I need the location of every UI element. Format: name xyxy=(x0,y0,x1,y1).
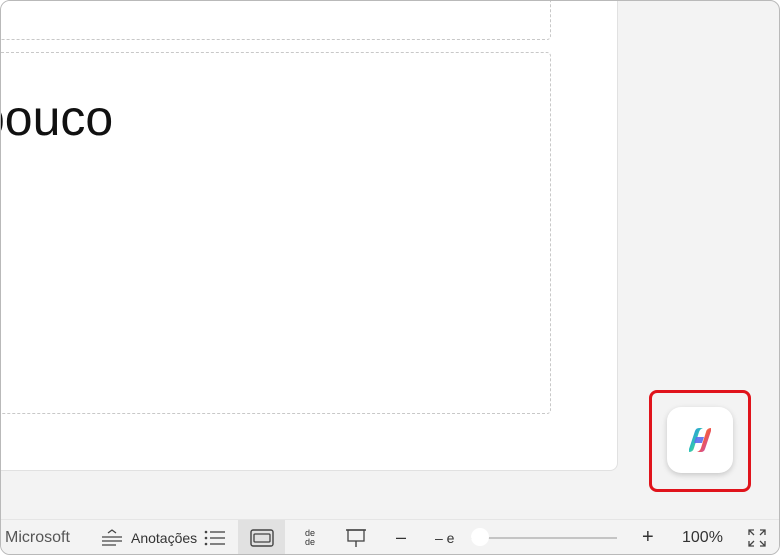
zoom-out-icon: – xyxy=(396,527,407,547)
zoom-label: – e xyxy=(435,529,455,546)
notes-label: Anotações xyxy=(131,529,198,546)
normal-view-button[interactable] xyxy=(238,520,285,554)
zoom-percent: 100% xyxy=(682,528,723,546)
outline-view-button[interactable] xyxy=(204,520,226,554)
notes-icon xyxy=(102,528,122,546)
status-bar: Microsoft Anotações de de – – e + 100% xyxy=(1,519,779,554)
slideshow-button[interactable] xyxy=(345,520,367,554)
slide-title: a título xyxy=(1,1,263,11)
copilot-button[interactable] xyxy=(667,407,733,473)
zoom-slider-thumb[interactable] xyxy=(471,528,489,546)
slide-canvas[interactable]: a título pouco xyxy=(1,1,618,471)
zoom-in-button[interactable]: + xyxy=(642,520,654,554)
zoom-out-button[interactable]: – xyxy=(396,520,407,554)
reading-view-button[interactable]: de de xyxy=(297,520,323,554)
outline-list-icon xyxy=(204,530,225,545)
content-placeholder[interactable]: pouco xyxy=(1,52,551,414)
zoom-slider-track[interactable] xyxy=(471,537,617,539)
app-name-label: Microsoft xyxy=(5,528,70,546)
app-name-area: Microsoft xyxy=(5,520,70,554)
fit-to-window-button[interactable] xyxy=(747,520,767,554)
reading-view-label-bottom: de xyxy=(304,536,315,547)
copilot-icon xyxy=(689,428,711,452)
title-placeholder[interactable]: a título xyxy=(1,1,551,40)
zoom-percent-button[interactable]: 100% xyxy=(682,520,723,554)
notes-button[interactable]: Anotações xyxy=(101,520,198,554)
zoom-in-icon: + xyxy=(642,526,654,548)
normal-view-icon xyxy=(249,528,274,547)
presentation-icon xyxy=(346,528,366,547)
fit-to-window-icon xyxy=(748,528,766,547)
app-window: a título pouco xyxy=(0,0,780,555)
slide-body-text: pouco xyxy=(1,90,114,146)
zoom-label-area: – e xyxy=(435,520,455,554)
